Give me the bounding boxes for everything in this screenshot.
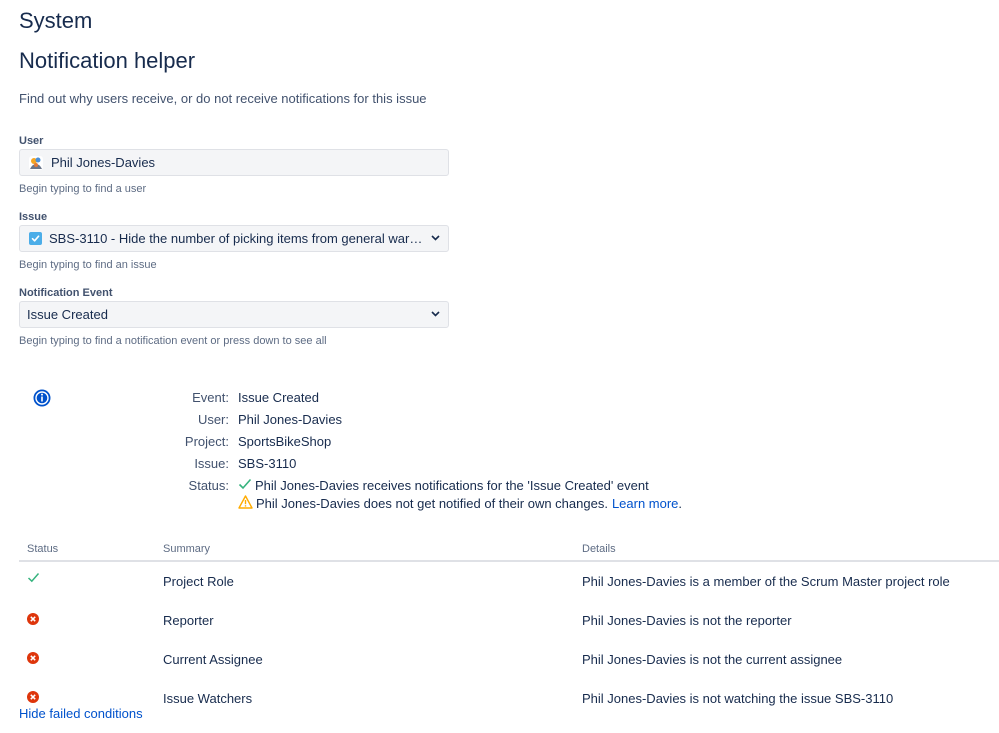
result-project-row: Project: SportsBikeShop <box>0 434 999 452</box>
status-cell <box>19 640 155 679</box>
learn-more-suffix: . <box>678 496 683 511</box>
issue-select-value: SBS-3110 - Hide the number of picking it… <box>49 231 426 246</box>
status-warn-line: Phil Jones-Davies does not get notified … <box>238 495 682 512</box>
result-user-row: User: Phil Jones-Davies <box>0 412 999 430</box>
hide-failed-conditions-link[interactable]: Hide failed conditions <box>19 706 143 721</box>
result-event-row: Event: Issue Created <box>0 390 999 408</box>
summary-cell: Reporter <box>163 613 214 628</box>
status-ok-text: Phil Jones-Davies receives notifications… <box>255 478 649 493</box>
issue-field-label: Issue <box>19 211 48 223</box>
event-field-label: Notification Event <box>19 287 113 299</box>
issue-select[interactable]: SBS-3110 - Hide the number of picking it… <box>19 225 449 252</box>
details-column-header: Details <box>574 538 999 562</box>
result-user-label: User: <box>197 412 229 427</box>
error-icon <box>27 651 39 664</box>
page-description: Find out why users receive, or do not re… <box>19 91 427 106</box>
status-warn-text: Phil Jones-Davies does not get notified … <box>256 496 608 511</box>
user-field-label: User <box>19 135 44 147</box>
result-issue-link[interactable]: SBS-3110 <box>238 456 296 471</box>
error-icon <box>27 612 39 625</box>
event-field-hint: Begin typing to find a notification even… <box>19 335 327 347</box>
details-cell: Phil Jones-Davies is not the reporter <box>582 613 792 628</box>
user-field[interactable]: Phil Jones-Davies <box>19 149 449 176</box>
user-field-hint: Begin typing to find a user <box>19 183 147 195</box>
summary-cell: Project Role <box>163 574 234 589</box>
result-user-link[interactable]: Phil Jones-Davies <box>238 412 342 427</box>
table-row: Issue Watchers Phil Jones-Davies is not … <box>19 679 999 718</box>
task-checkbox-icon <box>29 232 42 245</box>
event-select[interactable]: Issue Created <box>19 301 449 328</box>
user-avatar-icon <box>29 155 43 170</box>
conditions-table: Status Summary Details Project Role Phil… <box>19 538 999 718</box>
check-icon <box>27 571 40 586</box>
learn-more-link[interactable]: Learn more <box>612 496 678 511</box>
chevron-down-icon <box>426 233 444 244</box>
result-event-label: Event: <box>192 390 229 405</box>
event-select-value: Issue Created <box>27 307 108 322</box>
status-column-header: Status <box>19 538 155 562</box>
warning-icon <box>238 495 256 512</box>
chevron-down-icon <box>426 309 444 320</box>
details-cell: Phil Jones-Davies is not watching the is… <box>582 691 894 706</box>
result-status-label: Status: <box>188 478 229 493</box>
page-title: Notification helper <box>19 48 196 73</box>
table-row: Current Assignee Phil Jones-Davies is no… <box>19 640 999 679</box>
details-cell: Phil Jones-Davies is not the current ass… <box>582 652 843 667</box>
summary-cell: Issue Watchers <box>163 691 253 706</box>
issue-field-hint: Begin typing to find an issue <box>19 259 157 271</box>
status-cell <box>19 561 155 601</box>
summary-cell: Current Assignee <box>163 652 263 667</box>
error-icon <box>27 690 39 703</box>
result-project-link[interactable]: SportsBikeShop <box>238 434 331 449</box>
table-row: Reporter Phil Jones-Davies is not the re… <box>19 601 999 640</box>
user-field-value: Phil Jones-Davies <box>51 155 156 170</box>
table-row: Project Role Phil Jones-Davies is a memb… <box>19 561 999 601</box>
result-issue-row: Issue: SBS-3110 <box>0 456 999 474</box>
section-title: System <box>19 8 93 33</box>
status-ok-line: Phil Jones-Davies receives notifications… <box>238 478 649 493</box>
check-icon <box>238 478 255 493</box>
summary-column-header: Summary <box>155 538 574 562</box>
result-issue-label: Issue: <box>194 456 229 471</box>
result-event-value: Issue Created <box>238 390 319 405</box>
table-header-row: Status Summary Details <box>19 538 999 562</box>
details-cell: Phil Jones-Davies is a member of the Scr… <box>582 574 950 589</box>
result-project-label: Project: <box>184 434 229 449</box>
status-cell <box>19 601 155 640</box>
